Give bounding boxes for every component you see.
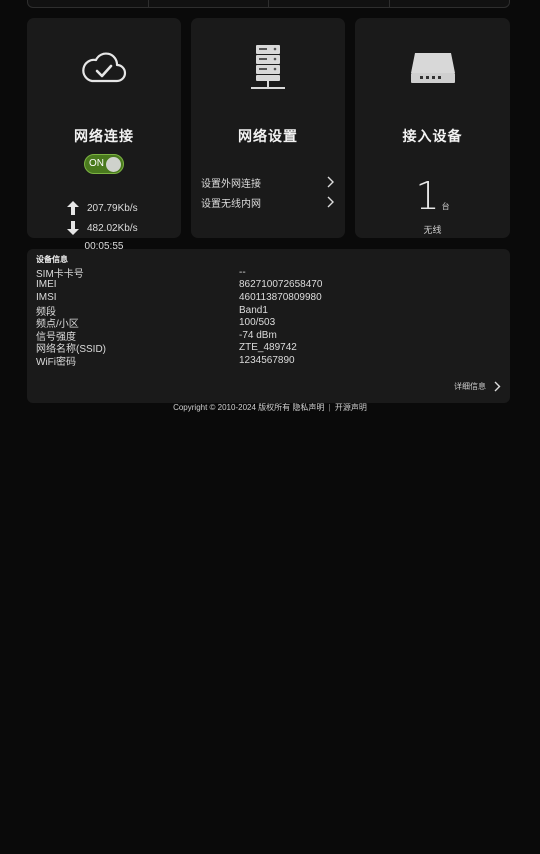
device-info-title: 设备信息	[36, 255, 68, 264]
device-count-number: 1	[415, 174, 440, 218]
info-row: WiFi密码 1234567890	[36, 354, 501, 368]
footer: Copyright © 2010-2024 版权所有 隐私声明 | 开源声明	[0, 402, 540, 413]
upload-rate: 207.79Kb/s	[87, 202, 138, 214]
info-value: 460113870809980	[239, 291, 322, 303]
wan-settings-link[interactable]: 设置外网连接	[201, 174, 335, 190]
device-count: 1台	[355, 174, 510, 218]
device-info-list: SIM卡卡号 -- IMEI 862710072658470 IMSI 4601…	[36, 266, 501, 368]
copyright-text: Copyright © 2010-2024 版权所有	[173, 403, 291, 412]
network-settings-card: 网络设置 设置外网连接 设置无线内网	[191, 18, 345, 238]
router-icon	[355, 42, 510, 94]
details-link[interactable]: 详细信息	[454, 381, 501, 392]
connected-devices-title: 接入设备	[402, 128, 463, 144]
arrow-up-icon	[67, 201, 79, 215]
server-icon	[191, 42, 345, 94]
footer-separator: |	[328, 403, 331, 412]
arrow-down-icon	[67, 221, 79, 235]
top-tab-segment[interactable]	[28, 0, 149, 7]
top-tab-bar	[27, 0, 510, 8]
info-value: ZTE_489742	[239, 342, 297, 354]
download-rate: 482.02Kb/s	[87, 222, 138, 234]
info-label: SIM卡卡号	[36, 268, 84, 280]
info-value: -74 dBm	[239, 329, 277, 341]
info-label: IMEI	[36, 279, 57, 291]
chevron-right-icon	[494, 381, 501, 392]
info-value: 1234567890	[239, 354, 295, 366]
toggle-knob	[106, 157, 121, 172]
info-row: SIM卡卡号 --	[36, 266, 501, 280]
top-tab-segment[interactable]	[390, 0, 510, 7]
info-value: --	[239, 266, 246, 278]
wlan-settings-label: 设置无线内网	[201, 198, 261, 210]
chevron-right-icon	[327, 176, 334, 188]
toggle-label: ON	[89, 158, 104, 169]
device-count-unit: 台	[441, 202, 450, 211]
wlan-settings-link[interactable]: 设置无线内网	[201, 194, 335, 210]
info-label: WiFi密码	[36, 356, 76, 368]
chevron-right-icon	[327, 196, 334, 208]
network-connection-title: 网络连接	[74, 128, 134, 144]
cloud-check-icon	[27, 42, 181, 94]
privacy-link[interactable]: 隐私声明	[292, 403, 324, 412]
download-rate-row: 482.02Kb/s	[67, 219, 138, 237]
device-info-panel: 设备信息 SIM卡卡号 -- IMEI 862710072658470 IMSI…	[27, 249, 510, 403]
device-connection-type: 无线	[423, 225, 442, 235]
info-value: Band1	[239, 304, 268, 316]
upload-rate-row: 207.79Kb/s	[67, 199, 138, 217]
opensource-link[interactable]: 开源声明	[335, 403, 367, 412]
connection-toggle[interactable]: ON	[84, 154, 124, 174]
network-settings-title: 网络设置	[238, 128, 298, 144]
info-value: 100/503	[239, 317, 276, 329]
wan-settings-label: 设置外网连接	[201, 178, 261, 190]
top-tab-segment[interactable]	[149, 0, 269, 7]
info-row: IMEI 862710072658470	[36, 279, 501, 292]
top-tab-segment[interactable]	[269, 0, 390, 7]
info-label: IMSI	[36, 291, 57, 303]
details-link-label: 详细信息	[454, 382, 486, 391]
network-connection-card: 网络连接 ON 207.79Kb/s 482.02Kb/s 00:05:55	[27, 18, 181, 252]
connected-devices-card[interactable]: 接入设备 1台 无线	[355, 18, 510, 238]
info-value: 862710072658470	[239, 279, 323, 291]
